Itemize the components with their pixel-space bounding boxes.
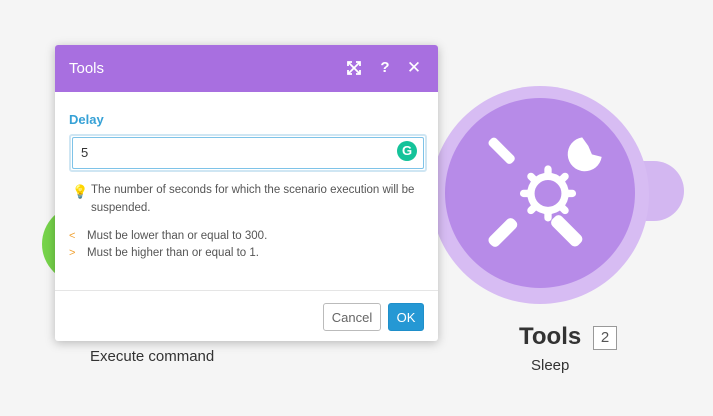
hint-text: The number of seconds for which the scen… <box>91 184 415 214</box>
tools-icon <box>488 137 602 247</box>
chevron-right-icon: > <box>69 247 76 259</box>
dialog-header: Tools ? ✕ <box>55 45 438 92</box>
module-subtitle: Sleep <box>531 357 570 374</box>
tools-settings-dialog: Tools ? ✕ Delay G 💡 The number of second… <box>55 45 438 341</box>
chevron-left-icon: < <box>69 230 76 242</box>
ok-button[interactable]: OK <box>388 303 424 331</box>
delay-field-label: Delay <box>69 112 104 127</box>
delay-input-wrapper: G <box>69 134 427 172</box>
dialog-title: Tools <box>69 60 105 77</box>
validation-rule-max: < Must be lower than or equal to 300. <box>69 230 267 242</box>
execute-command-label: Execute command <box>90 348 215 365</box>
validation-rule-min: > Must be higher than or equal to 1. <box>69 247 259 259</box>
cancel-button[interactable]: Cancel <box>323 303 381 331</box>
help-icon[interactable]: ? <box>375 58 395 78</box>
lightbulb-icon: 💡 <box>72 184 89 199</box>
close-icon[interactable]: ✕ <box>404 58 424 78</box>
module-id-badge: 2 <box>593 326 617 350</box>
grammarly-icon[interactable]: G <box>397 141 417 161</box>
module-title: Tools <box>519 323 582 350</box>
expand-icon[interactable] <box>344 58 364 78</box>
rule-text: Must be higher than or equal to 1. <box>87 247 259 259</box>
rule-text: Must be lower than or equal to 300. <box>87 230 268 242</box>
delay-input[interactable] <box>81 144 371 160</box>
